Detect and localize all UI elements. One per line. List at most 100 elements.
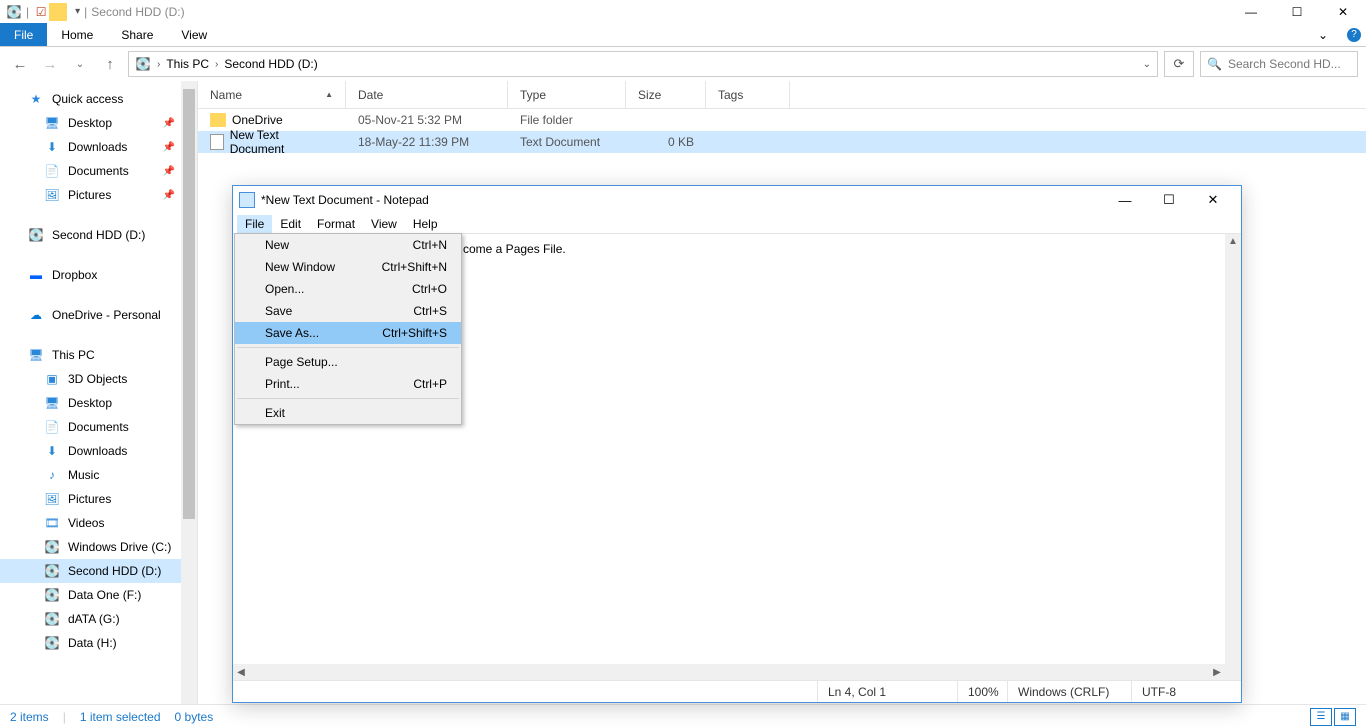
- sidebar-drive-d[interactable]: 💽Second HDD (D:): [0, 559, 197, 583]
- sidebar-desktop[interactable]: 🖥Desktop📌: [0, 111, 197, 135]
- menu-item-new-window[interactable]: New WindowCtrl+Shift+N: [235, 256, 461, 278]
- minimize-button[interactable]: —: [1228, 0, 1274, 23]
- pictures-icon: 🖼: [44, 491, 60, 507]
- sidebar-tpc-videos[interactable]: 🎞Videos: [0, 511, 197, 535]
- file-row[interactable]: New Text Document18-May-22 11:39 PMText …: [198, 131, 1366, 153]
- menu-item-page-setup[interactable]: Page Setup...: [235, 351, 461, 373]
- menu-file[interactable]: File: [237, 215, 272, 233]
- maximize-button[interactable]: ☐: [1274, 0, 1320, 23]
- drive-icon: 💽: [28, 227, 44, 243]
- col-tags[interactable]: Tags: [706, 81, 790, 108]
- dropbox-icon: ▬: [28, 267, 44, 283]
- notepad-title-bar[interactable]: *New Text Document - Notepad — ☐ ✕: [233, 186, 1241, 214]
- sidebar-pictures[interactable]: 🖼Pictures📌: [0, 183, 197, 207]
- notepad-close-button[interactable]: ✕: [1191, 186, 1235, 214]
- breadcrumb-root[interactable]: This PC: [166, 57, 209, 71]
- sidebar-dropbox[interactable]: ▬Dropbox: [0, 263, 197, 287]
- quick-access[interactable]: ★Quick access: [0, 87, 197, 111]
- cube-icon: ▣: [44, 371, 60, 387]
- notepad-maximize-button[interactable]: ☐: [1147, 186, 1191, 214]
- sidebar-tpc-documents[interactable]: 📄Documents: [0, 415, 197, 439]
- sidebar-drive-g[interactable]: 💽dATA (G:): [0, 607, 197, 631]
- col-size[interactable]: Size: [626, 81, 706, 108]
- view-large-button[interactable]: ▦: [1334, 708, 1356, 726]
- folder-icon: [49, 3, 67, 21]
- close-button[interactable]: ✕: [1320, 0, 1366, 23]
- nav-scrollbar[interactable]: [181, 81, 197, 704]
- help-button[interactable]: ?: [1342, 23, 1366, 46]
- menu-item-save-as[interactable]: Save As...Ctrl+Shift+S: [235, 322, 461, 344]
- menu-help[interactable]: Help: [405, 215, 446, 233]
- history-dropdown[interactable]: ⌄: [68, 59, 92, 70]
- back-button[interactable]: ←: [8, 56, 32, 73]
- status-count: 2 items: [10, 710, 49, 724]
- explorer-title-bar: 💽 | ☑ ▾ | Second HDD (D:) — ☐ ✕: [0, 0, 1366, 23]
- sidebar-tpc-music[interactable]: ♪Music: [0, 463, 197, 487]
- file-menu-dropdown: NewCtrl+NNew WindowCtrl+Shift+NOpen...Ct…: [234, 233, 462, 425]
- menu-item-new[interactable]: NewCtrl+N: [235, 234, 461, 256]
- notepad-menu: File Edit Format View Help: [233, 214, 1241, 234]
- ribbon-dropdown[interactable]: ⌄: [1304, 23, 1342, 46]
- notepad-hscroll[interactable]: ◀▶: [233, 664, 1225, 680]
- search-input[interactable]: 🔍 Search Second HD...: [1200, 51, 1358, 77]
- address-row: ← → ⌄ ↑ 💽 › This PC › Second HDD (D:) ⌄ …: [0, 47, 1366, 81]
- col-date[interactable]: Date: [346, 81, 508, 108]
- drive-icon: 💽: [44, 539, 60, 555]
- sidebar-documents[interactable]: 📄Documents📌: [0, 159, 197, 183]
- desktop-icon: 🖥: [44, 115, 60, 131]
- status-bytes: 0 bytes: [175, 710, 214, 724]
- tab-share[interactable]: Share: [107, 23, 167, 46]
- pin-icon: 📌: [163, 142, 175, 153]
- status-enc: UTF-8: [1131, 681, 1241, 702]
- download-icon: ⬇: [44, 443, 60, 459]
- drive-icon: 💽: [44, 563, 60, 579]
- sidebar-downloads[interactable]: ⬇Downloads📌: [0, 135, 197, 159]
- status-eol: Windows (CRLF): [1007, 681, 1131, 702]
- menu-edit[interactable]: Edit: [272, 215, 309, 233]
- drive-icon: 💽: [44, 587, 60, 603]
- sidebar-this-pc[interactable]: 🖥This PC: [0, 343, 197, 367]
- up-button[interactable]: ↑: [98, 56, 122, 73]
- pc-icon: 🖥: [28, 347, 44, 363]
- sidebar-tpc-downloads[interactable]: ⬇Downloads: [0, 439, 197, 463]
- forward-button[interactable]: →: [38, 56, 62, 73]
- ribbon: File Home Share View ⌄ ?: [0, 23, 1366, 47]
- col-name[interactable]: Name▲: [198, 81, 346, 108]
- sidebar-onedrive[interactable]: ☁OneDrive - Personal: [0, 303, 197, 327]
- sidebar-tpc-desktop[interactable]: 🖥Desktop: [0, 391, 197, 415]
- view-details-button[interactable]: ☰: [1310, 708, 1332, 726]
- drive-icon: 💽: [135, 56, 151, 72]
- drive-icon: 💽: [44, 611, 60, 627]
- tab-file[interactable]: File: [0, 23, 47, 46]
- tab-view[interactable]: View: [167, 23, 221, 46]
- sidebar-drive-c[interactable]: 💽Windows Drive (C:): [0, 535, 197, 559]
- sidebar-tpc-pictures[interactable]: 🖼Pictures: [0, 487, 197, 511]
- addr-dropdown-icon[interactable]: ⌄: [1143, 59, 1151, 70]
- menu-format[interactable]: Format: [309, 215, 363, 233]
- navigation-pane: ★Quick access 🖥Desktop📌 ⬇Downloads📌 📄Doc…: [0, 81, 198, 704]
- check-icon[interactable]: ☑: [33, 4, 49, 20]
- qat-dropdown-icon[interactable]: ▾: [75, 6, 80, 17]
- menu-item-save[interactable]: SaveCtrl+S: [235, 300, 461, 322]
- sidebar-3d-objects[interactable]: ▣3D Objects: [0, 367, 197, 391]
- notepad-minimize-button[interactable]: —: [1103, 186, 1147, 214]
- col-type[interactable]: Type: [508, 81, 626, 108]
- menu-item-exit[interactable]: Exit: [235, 402, 461, 424]
- sidebar-drive-h[interactable]: 💽Data (H:): [0, 631, 197, 655]
- desktop-icon: 🖥: [44, 395, 60, 411]
- menu-item-print[interactable]: Print...Ctrl+P: [235, 373, 461, 395]
- tab-home[interactable]: Home: [47, 23, 107, 46]
- sidebar-drive-f[interactable]: 💽Data One (F:): [0, 583, 197, 607]
- sidebar-second-hdd[interactable]: 💽Second HDD (D:): [0, 223, 197, 247]
- notepad-vscroll[interactable]: ▲: [1225, 234, 1241, 680]
- menu-view[interactable]: View: [363, 215, 405, 233]
- refresh-button[interactable]: ⟳: [1164, 51, 1194, 77]
- file-row[interactable]: OneDrive05-Nov-21 5:32 PMFile folder: [198, 109, 1366, 131]
- chevron-icon[interactable]: ›: [215, 59, 218, 70]
- status-zoom: 100%: [957, 681, 1007, 702]
- address-bar[interactable]: 💽 › This PC › Second HDD (D:) ⌄: [128, 51, 1158, 77]
- search-icon: 🔍: [1207, 57, 1222, 71]
- menu-item-open[interactable]: Open...Ctrl+O: [235, 278, 461, 300]
- breadcrumb-leaf[interactable]: Second HDD (D:): [224, 57, 317, 71]
- chevron-icon[interactable]: ›: [157, 59, 160, 70]
